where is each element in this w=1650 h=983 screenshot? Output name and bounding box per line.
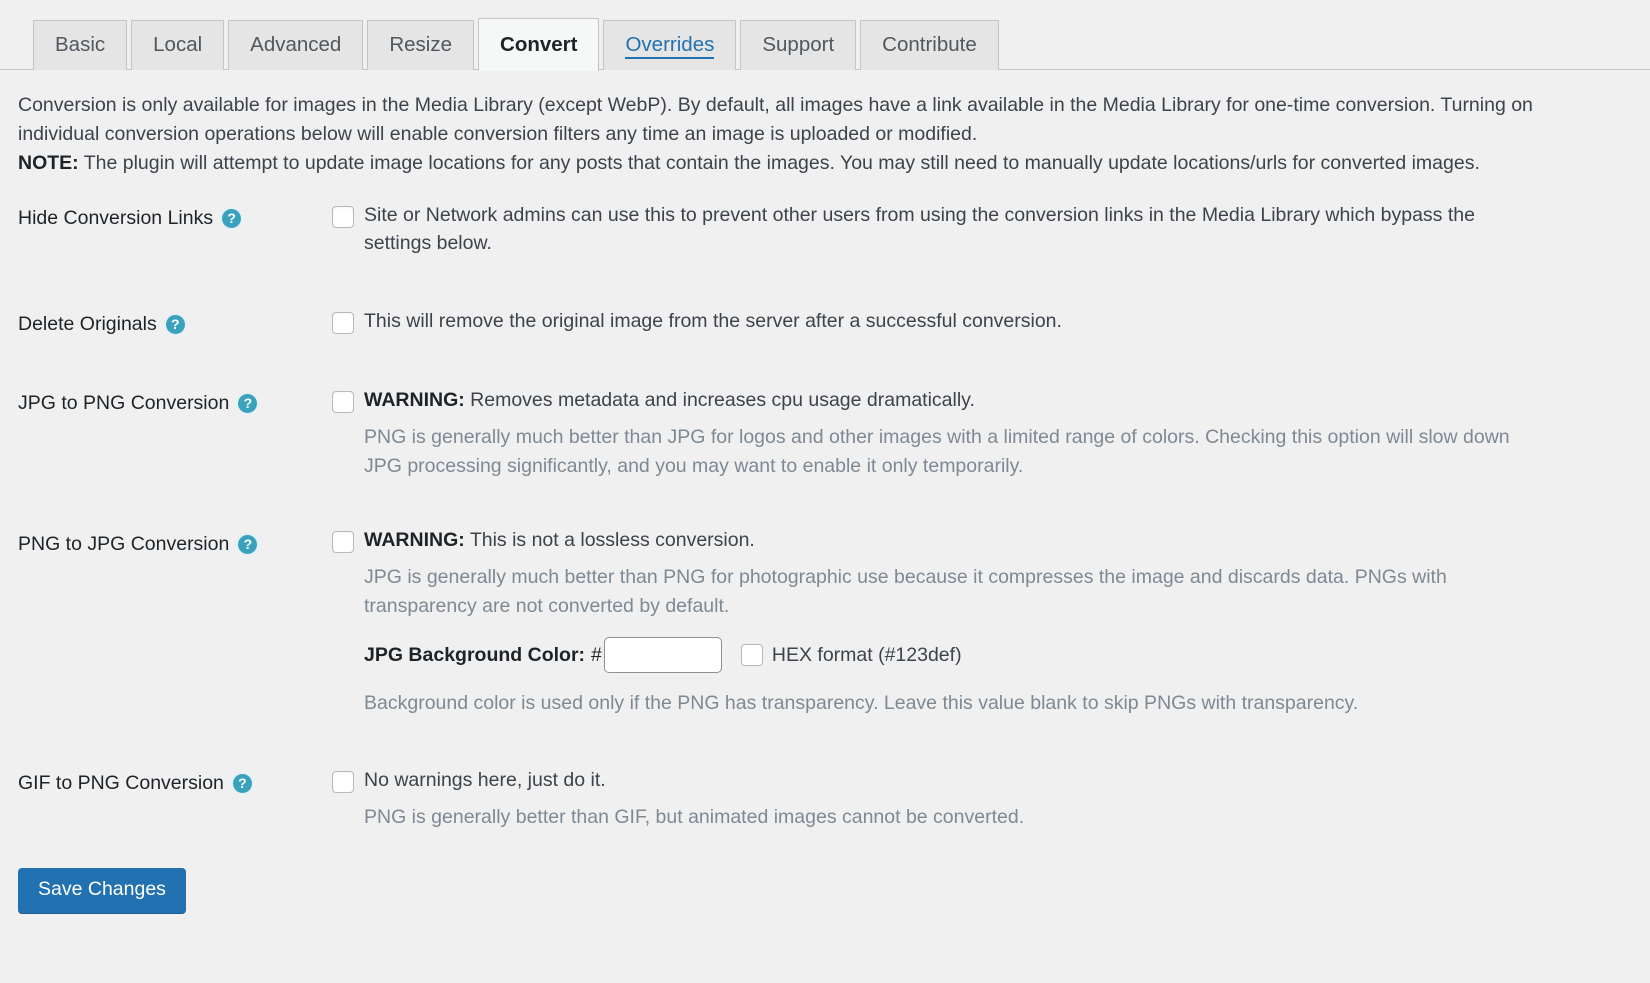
jpg-background-color-input[interactable] — [603, 637, 722, 674]
help-circle-icon[interactable] — [238, 394, 258, 414]
label-gif-to-png: GIF to PNG Conversion — [18, 767, 332, 796]
setting-row-png-to-jpg: PNG to JPG Conversion WARNING: This is n… — [0, 527, 1650, 718]
intro-note-text: The plugin will attempt to update image … — [78, 152, 1480, 175]
jpg-background-color-hash: # — [591, 643, 602, 666]
jpg-background-color-label: JPG Background Color: — [364, 643, 586, 666]
jpg-background-color-row: JPG Background Color: # HEX format (#123… — [364, 637, 1522, 674]
tab-advanced-label: Advanced — [250, 33, 342, 57]
label-delete-originals: Delete Originals — [18, 308, 332, 337]
help-circle-icon[interactable] — [238, 535, 258, 555]
field-hide-conversion-links: Site or Network admins can use this to p… — [332, 202, 1552, 258]
jpg-to-png-description: PNG is generally much better than JPG fo… — [364, 425, 1510, 477]
label-gif-to-png-text: GIF to PNG Conversion — [18, 772, 224, 795]
field-jpg-to-png: WARNING: Removes metadata and increases … — [332, 387, 1552, 480]
tab-convert-label: Convert — [500, 33, 578, 57]
label-png-to-jpg: PNG to JPG Conversion — [18, 527, 332, 557]
tab-basic[interactable]: Basic — [33, 20, 128, 70]
tab-local-label: Local — [153, 33, 203, 57]
label-delete-originals-text: Delete Originals — [18, 312, 157, 335]
tab-resize[interactable]: Resize — [367, 20, 475, 70]
tab-advanced[interactable]: Advanced — [228, 20, 364, 70]
intro-paragraph: Conversion is only available for images … — [18, 94, 1533, 145]
tab-resize-label: Resize — [389, 33, 453, 57]
help-circle-icon[interactable] — [232, 774, 252, 794]
help-circle-icon[interactable] — [165, 314, 185, 334]
label-png-to-jpg-text: PNG to JPG Conversion — [18, 533, 230, 556]
checkbox-delete-originals[interactable] — [332, 311, 354, 334]
gif-to-png-description: PNG is generally better than GIF, but an… — [364, 805, 1025, 828]
checkbox-jpg-to-png-wrapper[interactable]: WARNING: Removes metadata and increases … — [332, 387, 1522, 415]
save-changes-button[interactable]: Save Changes — [18, 867, 186, 914]
tab-local[interactable]: Local — [131, 20, 225, 70]
intro-description: Conversion is only available for images … — [18, 91, 1538, 178]
checkbox-png-to-jpg-wrapper[interactable]: WARNING: This is not a lossless conversi… — [332, 527, 1522, 555]
settings-tab-bar: Basic Local Advanced Resize Convert Over… — [0, 16, 1650, 71]
checkbox-delete-originals-wrapper[interactable]: This will remove the original image from… — [332, 308, 1522, 336]
hex-format-label: HEX format (#123def) — [771, 643, 962, 666]
tab-overrides-label: Overrides — [625, 33, 715, 60]
label-hide-conversion-links: Hide Conversion Links — [18, 202, 332, 231]
tab-support-label: Support — [762, 33, 835, 57]
intro-note-prefix: NOTE: — [18, 152, 79, 175]
checkbox-delete-originals-label: This will remove the original image from… — [364, 309, 1062, 332]
checkbox-jpg-to-png-label: WARNING: Removes metadata and increases … — [364, 387, 975, 415]
setting-row-gif-to-png: GIF to PNG Conversion No warnings here, … — [0, 767, 1650, 832]
checkbox-hide-conversion-links-wrapper[interactable]: Site or Network admins can use this to p… — [332, 202, 1522, 258]
label-jpg-to-png-text: JPG to PNG Conversion — [18, 392, 230, 415]
png-to-jpg-warning-prefix: WARNING: — [364, 529, 465, 552]
png-to-jpg-description: JPG is generally much better than PNG fo… — [364, 566, 1447, 617]
label-jpg-to-png: JPG to PNG Conversion — [18, 387, 332, 416]
tab-contribute[interactable]: Contribute — [860, 20, 999, 70]
tab-overrides[interactable]: Overrides — [603, 20, 737, 70]
label-hide-conversion-links-text: Hide Conversion Links — [18, 206, 214, 229]
jpg-background-color-note: Background color is used only if the PNG… — [364, 692, 1359, 715]
help-circle-icon[interactable] — [222, 208, 242, 228]
field-delete-originals: This will remove the original image from… — [332, 308, 1552, 336]
tab-basic-label: Basic — [55, 33, 106, 57]
checkbox-hide-conversion-links[interactable] — [332, 205, 354, 228]
checkbox-gif-to-png-label: No warnings here, just do it. — [364, 769, 606, 792]
jpg-to-png-warning-prefix: WARNING: — [364, 389, 465, 412]
checkbox-png-to-jpg-label: WARNING: This is not a lossless conversi… — [364, 527, 755, 555]
checkbox-gif-to-png-wrapper[interactable]: No warnings here, just do it. — [332, 767, 1522, 795]
field-png-to-jpg: WARNING: This is not a lossless conversi… — [332, 527, 1552, 718]
tab-support[interactable]: Support — [740, 20, 857, 70]
checkbox-hex-format[interactable] — [740, 644, 763, 667]
intro-note: NOTE: The plugin will attempt to update … — [18, 149, 1538, 178]
checkbox-hide-conversion-links-label: Site or Network admins can use this to p… — [364, 203, 1475, 254]
setting-row-jpg-to-png: JPG to PNG Conversion WARNING: Removes m… — [0, 387, 1650, 480]
submit-area: Save Changes — [18, 867, 1650, 914]
setting-row-hide-conversion-links: Hide Conversion Links Site or Network ad… — [0, 202, 1650, 258]
checkbox-png-to-jpg[interactable] — [332, 531, 354, 554]
field-gif-to-png: No warnings here, just do it. PNG is gen… — [332, 767, 1552, 832]
tab-convert[interactable]: Convert — [478, 18, 600, 71]
tab-contribute-label: Contribute — [882, 33, 977, 57]
jpg-to-png-warning-text: Removes metadata and increases cpu usage… — [464, 389, 975, 412]
checkbox-jpg-to-png[interactable] — [332, 391, 354, 414]
png-to-jpg-warning-text: This is not a lossless conversion. — [464, 529, 755, 552]
setting-row-delete-originals: Delete Originals This will remove the or… — [0, 308, 1650, 337]
convert-settings-table: Hide Conversion Links Site or Network ad… — [0, 202, 1650, 832]
checkbox-gif-to-png[interactable] — [332, 771, 354, 794]
